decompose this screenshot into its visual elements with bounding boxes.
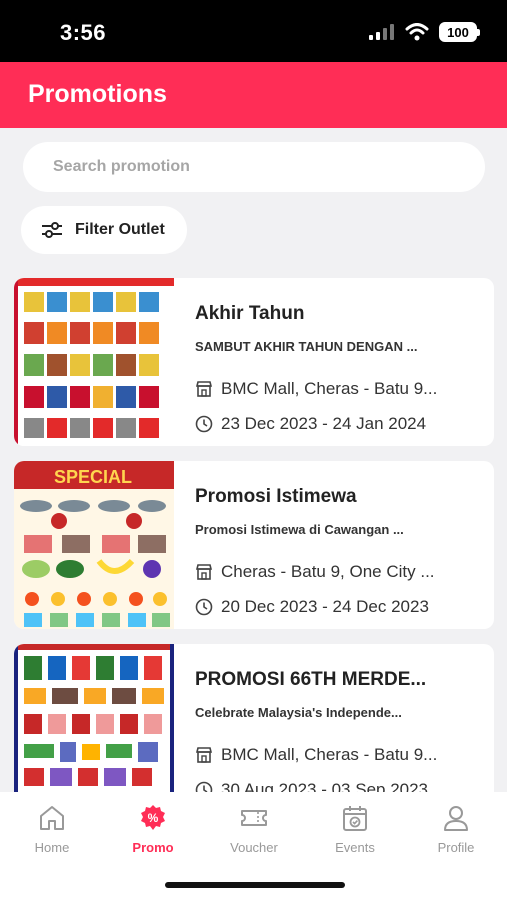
outlet-text: BMC Mall, Cheras - Batu 9... <box>221 745 438 764</box>
svg-text:%: % <box>148 811 159 825</box>
tab-label: Promo <box>132 840 174 855</box>
promotion-card[interactable]: PROMOSI 66TH MERDE... Celebrate Malaysia… <box>14 644 494 812</box>
page-title: Promotions <box>28 80 167 108</box>
promotion-title: Akhir Tahun <box>195 303 305 324</box>
promotion-flyer-image <box>14 278 174 446</box>
tab-home[interactable]: Home <box>12 802 92 855</box>
tab-profile[interactable]: Profile <box>416 802 496 855</box>
voucher-icon <box>241 810 267 826</box>
home-indicator <box>165 882 345 888</box>
battery-icon: 100 <box>439 22 480 42</box>
filter-outlet-button[interactable]: Filter Outlet <box>21 206 187 254</box>
promotion-outlet: BMC Mall, Cheras - Batu 9... <box>195 379 437 399</box>
dates-text: 20 Dec 2023 - 24 Dec 2023 <box>221 597 429 616</box>
promotion-title: Promosi Istimewa <box>195 486 357 507</box>
status-time: 3:56 <box>60 20 107 45</box>
store-icon <box>195 381 213 397</box>
promotion-card[interactable]: Akhir Tahun SAMBUT AKHIR TAHUN DENGAN ..… <box>14 278 494 446</box>
status-icons: 100 <box>369 22 480 42</box>
clock-icon <box>195 598 213 616</box>
wifi-icon <box>405 23 429 41</box>
tab-label: Home <box>34 840 70 855</box>
tab-voucher[interactable]: Voucher <box>214 802 294 855</box>
outlet-text: Cheras - Batu 9, One City ... <box>221 562 435 581</box>
battery-level: 100 <box>447 24 469 40</box>
flyer-banner-text: SPECIAL <box>54 467 132 487</box>
promotion-flyer-image <box>14 644 174 812</box>
profile-icon <box>444 806 468 831</box>
clock-icon <box>195 415 213 433</box>
promotion-title: PROMOSI 66TH MERDE... <box>195 669 427 690</box>
search-box <box>23 142 485 192</box>
tab-promo[interactable]: % Promo <box>113 802 193 855</box>
events-icon <box>343 806 367 831</box>
promo-icon: % <box>141 805 165 830</box>
promotion-subtitle: SAMBUT AKHIR TAHUN DENGAN ... <box>195 339 418 354</box>
status-bar: 3:56 100 <box>0 0 507 62</box>
promotion-subtitle: Promosi Istimewa di Cawangan ... <box>195 522 404 537</box>
promotion-outlet: Cheras - Batu 9, One City ... <box>195 562 435 582</box>
outlet-text: BMC Mall, Cheras - Batu 9... <box>221 379 438 398</box>
store-icon <box>195 747 213 763</box>
tab-events[interactable]: Events <box>315 802 395 855</box>
tab-label: Voucher <box>230 840 278 855</box>
promotion-dates: 20 Dec 2023 - 24 Dec 2023 <box>195 597 429 617</box>
promotion-outlet: BMC Mall, Cheras - Batu 9... <box>195 745 437 765</box>
promotion-subtitle: Celebrate Malaysia's Independe... <box>195 705 402 720</box>
header: Promotions <box>0 62 507 128</box>
promotion-dates: 23 Dec 2023 - 24 Jan 2024 <box>195 414 426 434</box>
tab-label: Profile <box>437 840 475 855</box>
tab-label: Events <box>335 840 375 855</box>
filter-label: Filter Outlet <box>75 221 165 238</box>
promotion-flyer-image: SPECIAL <box>14 461 174 629</box>
store-icon <box>195 564 213 580</box>
search-input[interactable] <box>23 142 485 192</box>
dates-text: 23 Dec 2023 - 24 Jan 2024 <box>221 414 427 433</box>
promotion-card[interactable]: SPECIAL Promosi Istimewa Promosi Istimew… <box>14 461 494 629</box>
signal-icon <box>369 24 394 40</box>
filter-icon <box>42 222 62 238</box>
home-icon <box>40 806 64 830</box>
